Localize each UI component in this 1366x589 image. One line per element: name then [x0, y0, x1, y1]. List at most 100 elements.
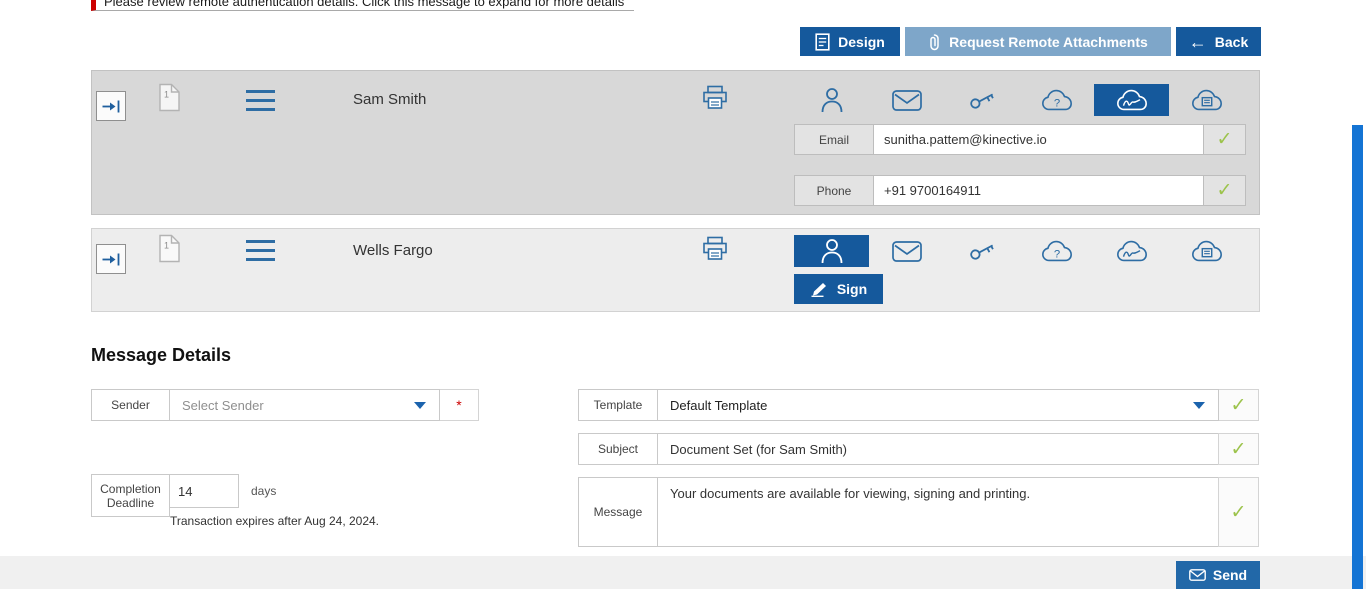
fax-cloud-button[interactable]: [1169, 235, 1244, 267]
sign-button[interactable]: Sign: [794, 274, 883, 304]
document-count-label: 1: [164, 241, 169, 251]
email-option-button[interactable]: [869, 84, 944, 116]
phone-input[interactable]: [874, 175, 1204, 206]
message-textarea[interactable]: Your documents are available for viewing…: [657, 477, 1219, 547]
arrow-to-bar-icon: [102, 253, 120, 265]
chevron-down-icon: [414, 402, 426, 409]
print-button[interactable]: [702, 236, 728, 261]
key-icon: [969, 244, 994, 260]
deadline-label: Completion Deadline: [91, 474, 170, 517]
document-count-icon: 1: [158, 234, 181, 263]
fax-cloud-button[interactable]: [1169, 84, 1244, 116]
alert-text: Please review remote authentication deta…: [104, 0, 625, 9]
drag-handle[interactable]: [246, 240, 275, 261]
subject-input[interactable]: [657, 433, 1219, 465]
send-envelope-icon: [1188, 569, 1206, 581]
message-details-heading: Message Details: [91, 345, 232, 365]
email-option-button[interactable]: [869, 235, 944, 267]
authentication-key-button[interactable]: [944, 84, 1019, 116]
kba-cloud-button[interactable]: ?: [1019, 235, 1094, 267]
design-button-label: Design: [838, 33, 885, 50]
recipient-row-wells-fargo: 1 Wells Fargo ? Sign: [91, 228, 1260, 312]
template-label: Template: [578, 389, 658, 421]
signature-cloud-icon: [1116, 240, 1147, 261]
authentication-key-button[interactable]: [944, 235, 1019, 267]
signature-cloud-icon: [1116, 89, 1147, 110]
check-icon: ✓: [1230, 394, 1247, 416]
check-icon: ✓: [1230, 501, 1247, 523]
check-icon: ✓: [1216, 180, 1233, 201]
phone-field-row: Phone ✓: [794, 175, 1246, 206]
template-field-group: Template Default Template ✓: [578, 389, 1259, 421]
recipient-row-sam-smith: 1 Sam Smith ? Email sunitha.pattem@kinec…: [91, 70, 1260, 215]
send-button[interactable]: Send: [1176, 561, 1260, 589]
footer-strip: [0, 556, 1366, 589]
paperclip-icon: [930, 33, 939, 50]
request-remote-attachments-button[interactable]: Request Remote Attachments: [905, 27, 1171, 56]
arrow-to-bar-icon: [102, 100, 120, 112]
back-button[interactable]: ← Back: [1176, 27, 1261, 56]
svg-text:?: ?: [1053, 97, 1059, 109]
deadline-field-group: Completion Deadline days: [91, 474, 276, 517]
subject-field-group: Subject ✓: [578, 433, 1259, 465]
delivery-options-row: ?: [794, 84, 1244, 116]
print-button[interactable]: [702, 85, 728, 110]
sender-required-marker: *: [439, 389, 479, 421]
kba-cloud-button[interactable]: ?: [1019, 84, 1094, 116]
fax-cloud-icon: [1191, 240, 1222, 261]
drag-handle[interactable]: [246, 90, 275, 111]
design-button[interactable]: Design: [800, 27, 900, 56]
question-cloud-icon: ?: [1041, 89, 1072, 110]
remote-sign-cloud-button[interactable]: [1094, 84, 1169, 116]
move-recipient-button[interactable]: [96, 91, 126, 121]
deadline-days-label: days: [251, 484, 277, 498]
scrollbar[interactable]: [1352, 125, 1363, 589]
template-select[interactable]: Default Template: [657, 389, 1219, 421]
move-recipient-button[interactable]: [96, 244, 126, 274]
envelope-icon: [891, 240, 922, 262]
in-person-option-button[interactable]: [794, 84, 869, 116]
message-field-group: Message Your documents are available for…: [578, 477, 1259, 547]
remote-sign-cloud-button[interactable]: [1094, 235, 1169, 267]
sender-select-value: Select Sender: [182, 397, 264, 413]
alert-message[interactable]: Please review remote authentication deta…: [91, 0, 635, 11]
email-field-row: Email ✓: [794, 124, 1246, 155]
question-cloud-icon: ?: [1041, 240, 1072, 261]
delivery-options-row: ?: [794, 235, 1244, 267]
person-icon: [821, 88, 842, 113]
design-document-icon: [815, 32, 830, 51]
document-count-label: 1: [164, 90, 169, 100]
expiry-note: Transaction expires after Aug 24, 2024.: [170, 514, 380, 528]
fax-cloud-icon: [1191, 89, 1222, 110]
template-valid-indicator: ✓: [1218, 389, 1259, 421]
printer-icon: [703, 236, 727, 260]
check-icon: ✓: [1230, 438, 1247, 460]
message-label: Message: [578, 477, 658, 547]
person-icon: [821, 239, 842, 264]
recipient-name: Wells Fargo: [353, 242, 433, 259]
key-icon: [969, 93, 994, 109]
sign-button-label: Sign: [836, 281, 868, 297]
deadline-input[interactable]: [169, 474, 239, 508]
template-select-value: Default Template: [670, 397, 768, 413]
document-count-icon: 1: [158, 83, 181, 112]
printer-icon: [703, 85, 727, 109]
in-person-option-button[interactable]: [794, 235, 869, 267]
email-label: Email: [794, 124, 874, 155]
svg-text:?: ?: [1053, 248, 1059, 260]
envelope-icon: [891, 89, 922, 111]
sender-field-group: Sender Select Sender *: [91, 389, 479, 421]
email-input[interactable]: [874, 124, 1204, 155]
back-button-label: Back: [1214, 33, 1249, 50]
recipient-name: Sam Smith: [353, 91, 427, 108]
email-valid-indicator: ✓: [1204, 124, 1246, 155]
sender-select[interactable]: Select Sender: [169, 389, 440, 421]
message-valid-indicator: ✓: [1218, 477, 1259, 547]
sender-label: Sender: [91, 389, 170, 421]
pen-icon: [811, 282, 826, 297]
phone-valid-indicator: ✓: [1204, 175, 1246, 206]
chevron-down-icon: [1193, 402, 1205, 409]
send-button-label: Send: [1212, 567, 1248, 583]
back-arrow-icon: ←: [1188, 31, 1207, 52]
request-remote-attachments-label: Request Remote Attachments: [949, 33, 1148, 50]
